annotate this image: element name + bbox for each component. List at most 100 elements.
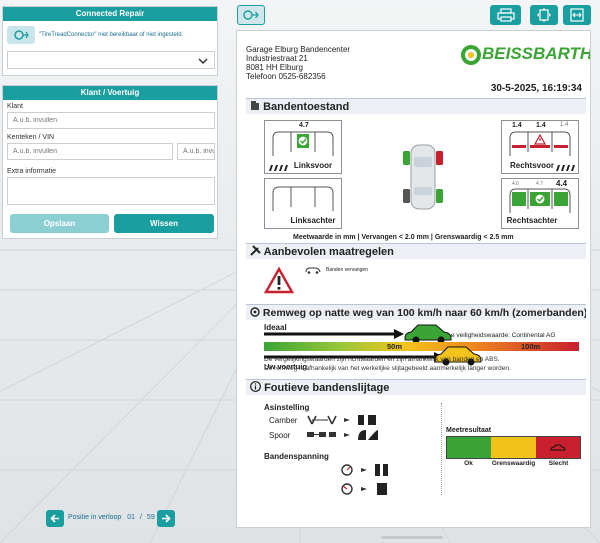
garage-name: Garage Elburg Bandencenter: [246, 45, 351, 54]
tire-state-title: Bandentoestand: [263, 101, 350, 113]
braking-distance-100: 100m: [521, 342, 541, 351]
tire-rear-left-label: Linksachter: [290, 216, 336, 225]
wear-title: Foutieve bandenslijtage: [264, 382, 390, 394]
braking-title: Remweg op natte weg van 100 km/h naar 60…: [262, 307, 586, 319]
tire-front-left: 4.7 Linksvoor: [264, 120, 342, 174]
tread-gauge: [272, 131, 334, 156]
export-icon: [243, 10, 259, 20]
garage-phone: Telefoon 0525-682356: [246, 72, 326, 81]
fullscreen-button[interactable]: [563, 5, 591, 25]
tire-front-left-label: Linksvoor: [293, 161, 333, 170]
connected-repair-panel: Connected Repair "TireTreadConnector" ni…: [2, 6, 218, 76]
save-button[interactable]: Opslaan: [10, 214, 109, 233]
fit-page-button[interactable]: [530, 5, 558, 25]
report-document[interactable]: Garage Elburg Bandencenter Industriestra…: [236, 30, 591, 528]
export-button[interactable]: [237, 5, 265, 25]
customer-vehicle-title: Klant / Voertuig: [3, 86, 217, 100]
tire-wear-icon: [251, 101, 259, 110]
tire-change-icon: [305, 267, 321, 274]
previous-button[interactable]: [46, 510, 64, 527]
braking-note-2: De remweg is afhankelijk van het werkeli…: [264, 365, 511, 372]
license-vin-label: Kenteken / VIN: [7, 134, 55, 141]
garage-city: 8081 HH Elburg: [246, 63, 303, 72]
logo-mark: [461, 45, 481, 65]
tire-front-right-value-2: 1.4: [536, 122, 546, 129]
pager-readout: Positie in verloop 01 / 59: [68, 514, 155, 521]
logo-text: BEISSBARTH: [482, 44, 591, 63]
braking-heading: Remweg op natte weg van 100 km/h naar 60…: [246, 304, 586, 320]
customer-input[interactable]: [7, 112, 215, 129]
wear-heading: Foutieve bandenslijtage: [246, 379, 586, 395]
garage-street: Industriestraat 21: [246, 54, 308, 63]
info-icon: [250, 381, 261, 392]
horizontal-scrollbar[interactable]: [381, 536, 443, 539]
beissbarth-logo: BEISSBARTH: [460, 42, 590, 70]
toe-label: Spoor: [269, 431, 291, 440]
connector-icon: [14, 30, 29, 40]
pager-current: 01: [127, 514, 136, 521]
arrow-right-icon: [162, 514, 171, 523]
vin-input[interactable]: [177, 143, 215, 160]
fit-page-icon: [537, 8, 551, 22]
report-datetime: 30-5-2025, 16:19:34: [490, 83, 582, 94]
recommended-item: Banden vervangen: [326, 267, 368, 273]
result-labels: Ok Grenswaardig Slecht: [446, 460, 581, 467]
wear-divider: [441, 403, 442, 495]
extra-info-label: Extra informatie: [7, 168, 57, 175]
print-button[interactable]: [490, 5, 521, 25]
fullscreen-icon: [570, 8, 584, 22]
recommended-title: Aanbevolen maatregelen: [263, 246, 394, 258]
car-indicator-icon: [550, 444, 566, 450]
ideal-arrow: [264, 329, 404, 339]
warning-icon: [264, 267, 294, 294]
result-ok-segment: [447, 437, 492, 458]
braking-note-1: De vergelijkingswaarden zijn richtwaarde…: [264, 356, 500, 363]
tire-front-left-value: 4.7: [299, 122, 309, 129]
result-title: Meetresultaat: [446, 427, 492, 434]
toe-diagram: [307, 430, 378, 440]
connector-button[interactable]: [7, 26, 35, 44]
license-plate-input[interactable]: [7, 143, 173, 160]
tread-gauge: [272, 186, 334, 211]
recommended-heading: Aanbevolen maatregelen: [246, 243, 586, 259]
tread-gauge: [509, 131, 571, 156]
pressure-high-diagram: [341, 483, 387, 495]
tire-state-heading: Bandentoestand: [246, 98, 586, 114]
green-car-icon: [404, 324, 452, 344]
car-top-view: [403, 144, 443, 210]
tire-front-right-value-3: 1.4: [560, 122, 569, 128]
tire-rear-right-label: Rechtsachter: [506, 216, 558, 225]
clear-button[interactable]: Wissen: [114, 214, 214, 233]
connector-status-message: "TireTreadConnector" niet bereikbaar of …: [39, 32, 184, 38]
connector-select[interactable]: [7, 51, 215, 69]
brake-disc-icon: [250, 307, 260, 317]
tire-rear-left: Linksachter: [264, 178, 342, 229]
tire-state-legend: Meetwaarde in mm | Vervangen < 2.0 mm | …: [293, 234, 514, 241]
result-bad-segment: [535, 437, 580, 458]
tire-front-right-value-1: 1.4: [512, 122, 522, 129]
connected-repair-title: Connected Repair: [3, 7, 217, 21]
pager-label: Positie in verloop: [68, 514, 122, 521]
camber-label: Camber: [269, 416, 298, 425]
pager-separator: /: [140, 514, 142, 521]
tools-icon: [250, 245, 261, 256]
result-borderline-segment: [491, 437, 536, 458]
alignment-label: Asinstelling: [264, 403, 310, 412]
chevron-down-icon: [198, 58, 208, 65]
next-button[interactable]: [157, 510, 175, 527]
pager-total: 59: [146, 514, 155, 521]
pressure-label: Bandenspanning: [264, 452, 329, 461]
result-ok-label: Ok: [464, 460, 473, 467]
tire-rear-right: 4.6 4.7 4.4 Rechtsachter: [501, 178, 579, 229]
pressure-low-diagram: [341, 464, 388, 476]
tread-gauge: [509, 188, 571, 213]
braking-safety-text: e veiligheidswaarde: Continental AG: [451, 332, 556, 339]
customer-label: Klant: [7, 103, 23, 110]
customer-vehicle-panel: Klant / Voertuig Klant Kenteken / VIN Ex…: [2, 85, 218, 239]
arrow-left-icon: [50, 514, 59, 523]
printer-icon: [496, 8, 515, 22]
extra-info-textarea[interactable]: [7, 177, 215, 205]
result-bad-label: Slecht: [548, 460, 569, 467]
tire-front-right: 1.4 1.4 1.4 Rechtsvoor: [501, 120, 579, 174]
camber-diagram: [307, 415, 376, 425]
